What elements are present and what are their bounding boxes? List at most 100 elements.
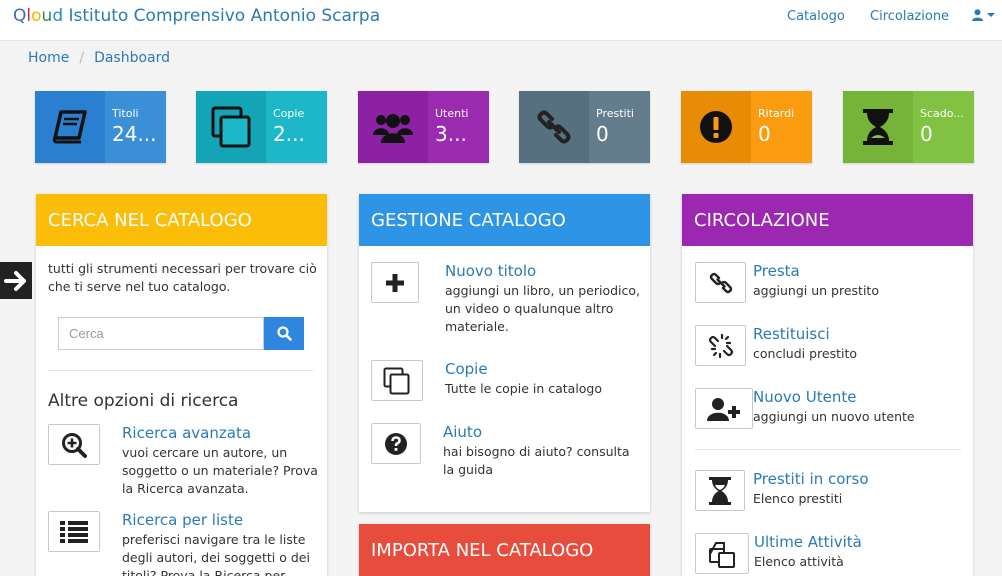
aiuto-link[interactable]: Aiuto bbox=[443, 423, 639, 441]
divider bbox=[695, 449, 961, 450]
brand-logo[interactable]: Qloud Istituto Comprensivo Antonio Scarp… bbox=[13, 6, 380, 26]
stat-label: Utenti bbox=[435, 107, 469, 120]
copie-item: Copie Tutte le copie in catalogo bbox=[371, 360, 641, 401]
restituisci-item: Restituisci concludi prestito bbox=[695, 325, 965, 366]
stat-box-scadenze[interactable]: Scado... 0 bbox=[843, 91, 974, 163]
item-description: aggiungi un nuovo utente bbox=[753, 409, 915, 424]
copie-link[interactable]: Copie bbox=[445, 360, 641, 378]
item-description: Elenco prestiti bbox=[753, 491, 843, 506]
user-menu[interactable] bbox=[972, 9, 995, 21]
search-plus-icon bbox=[62, 432, 87, 458]
ricerca-avanzata-button[interactable] bbox=[48, 424, 100, 465]
stat-label: Ritardi bbox=[758, 107, 795, 120]
search-button[interactable] bbox=[264, 317, 304, 350]
stat-box-titoli[interactable]: Titoli 24... bbox=[35, 91, 166, 163]
item-description: Tutte le copie in catalogo bbox=[445, 381, 603, 396]
panel-title: IMPORTA NEL CATALOGO bbox=[359, 524, 650, 576]
exclamation-icon bbox=[681, 91, 751, 163]
stat-value: 0 bbox=[596, 122, 609, 146]
search-form bbox=[58, 317, 304, 350]
section-heading: Altre opzioni di ricerca bbox=[48, 391, 239, 411]
nuovo-utente-button[interactable] bbox=[695, 388, 753, 429]
copy-icon bbox=[709, 541, 735, 568]
aiuto-item: Aiuto hai bisogno di aiuto? consulta la … bbox=[371, 423, 641, 479]
user-plus-icon bbox=[707, 397, 740, 421]
presta-link[interactable]: Presta bbox=[753, 262, 879, 280]
breadcrumb-dashboard[interactable]: Dashboard bbox=[94, 50, 170, 66]
stat-box-utenti[interactable]: Utenti 3... bbox=[358, 91, 489, 163]
link-icon bbox=[519, 91, 589, 163]
breadcrumb-home[interactable]: Home bbox=[28, 50, 69, 66]
hourglass-icon bbox=[709, 476, 731, 505]
item-description: hai bisogno di aiuto? consulta la guida bbox=[443, 444, 630, 477]
prestiti-in-corso-item: Prestiti in corso Elenco prestiti bbox=[695, 470, 965, 511]
stat-label: Titoli bbox=[112, 107, 139, 120]
ricerca-liste-button[interactable] bbox=[48, 511, 100, 552]
item-description: aggiungi un libro, un periodico, un vide… bbox=[445, 283, 640, 334]
ultime-attivita-button[interactable] bbox=[695, 533, 749, 574]
restituisci-button[interactable] bbox=[695, 325, 746, 366]
book-icon bbox=[35, 91, 105, 163]
question-icon bbox=[385, 432, 407, 455]
item-description: vuoi cercare un autore, un soggetto o un… bbox=[122, 445, 318, 496]
item-description: aggiungi un prestito bbox=[753, 283, 879, 298]
sidebar-toggle[interactable] bbox=[0, 262, 32, 299]
stat-value: 24... bbox=[112, 122, 157, 146]
nav-circolazione[interactable]: Circolazione bbox=[870, 9, 949, 24]
presta-button[interactable] bbox=[695, 262, 746, 303]
panel-description: tutti gli strumenti necessari per trovar… bbox=[48, 261, 317, 294]
ricerca-avanzata-link[interactable]: Ricerca avanzata bbox=[122, 424, 318, 442]
copie-button[interactable] bbox=[371, 360, 423, 401]
stat-label: Scado... bbox=[920, 107, 964, 120]
nuovo-utente-link[interactable]: Nuovo Utente bbox=[753, 388, 915, 406]
item-description: preferisci navigare tra le liste degli a… bbox=[122, 532, 310, 576]
stat-label: Prestiti bbox=[596, 107, 634, 120]
presta-item: Presta aggiungi un prestito bbox=[695, 262, 965, 303]
ultime-attivita-link[interactable]: Ultime Attività bbox=[754, 533, 862, 551]
stat-value: 2... bbox=[273, 122, 305, 146]
panel-gestione-catalogo: GESTIONE CATALOGO Nuovo titolo aggiungi … bbox=[359, 194, 650, 512]
stat-value: 3... bbox=[435, 122, 467, 146]
panel-title: CERCA NEL CATALOGO bbox=[36, 194, 327, 246]
ricerca-avanzata-item: Ricerca avanzata vuoi cercare un autore,… bbox=[48, 424, 318, 498]
link-icon bbox=[709, 272, 732, 293]
unlink-icon bbox=[708, 333, 733, 358]
nuovo-utente-item: Nuovo Utente aggiungi un nuovo utente bbox=[695, 388, 965, 429]
panel-title: CIRCOLAZIONE bbox=[682, 194, 973, 246]
item-description: concludi prestito bbox=[753, 346, 858, 361]
hourglass-icon bbox=[843, 91, 913, 163]
prestiti-in-corso-button[interactable] bbox=[695, 470, 745, 511]
arrow-right-icon bbox=[4, 270, 26, 291]
divider bbox=[48, 370, 314, 371]
caret-down-icon bbox=[987, 13, 995, 17]
user-icon bbox=[972, 9, 983, 21]
nuovo-titolo-link[interactable]: Nuovo titolo bbox=[445, 262, 641, 280]
search-input[interactable] bbox=[58, 317, 264, 350]
ultime-attivita-item: Ultime Attività Elenco attività bbox=[695, 533, 965, 574]
stat-box-ritardi[interactable]: Ritardi 0 bbox=[681, 91, 812, 163]
ricerca-liste-item: Ricerca per liste preferisci navigare tr… bbox=[48, 511, 318, 576]
stat-box-copie[interactable]: Copie 2... bbox=[196, 91, 327, 163]
ricerca-liste-link[interactable]: Ricerca per liste bbox=[122, 511, 318, 529]
stat-value: 0 bbox=[920, 122, 933, 146]
top-navbar: Qloud Istituto Comprensivo Antonio Scarp… bbox=[0, 0, 1002, 41]
stat-box-prestiti[interactable]: Prestiti 0 bbox=[519, 91, 650, 163]
copy-icon bbox=[383, 367, 410, 394]
plus-icon bbox=[386, 273, 404, 292]
stat-value: 0 bbox=[758, 122, 771, 146]
breadcrumb: Home / Dashboard bbox=[28, 50, 170, 66]
panel-importa-catalogo: IMPORTA NEL CATALOGO bbox=[359, 524, 650, 576]
item-description: Elenco attività bbox=[754, 554, 844, 569]
nav-catalogo[interactable]: Catalogo bbox=[787, 9, 845, 24]
aiuto-button[interactable] bbox=[371, 423, 421, 464]
panel-title: GESTIONE CATALOGO bbox=[359, 194, 650, 246]
list-icon bbox=[60, 520, 88, 543]
breadcrumb-separator: / bbox=[79, 50, 85, 66]
nuovo-titolo-button[interactable] bbox=[371, 262, 419, 303]
users-icon bbox=[358, 91, 428, 163]
restituisci-link[interactable]: Restituisci bbox=[753, 325, 857, 343]
panel-cerca-catalogo: CERCA NEL CATALOGO tutti gli strumenti n… bbox=[36, 194, 327, 576]
stat-label: Copie bbox=[273, 107, 305, 120]
prestiti-in-corso-link[interactable]: Prestiti in corso bbox=[753, 470, 869, 488]
copy-icon bbox=[196, 91, 266, 163]
